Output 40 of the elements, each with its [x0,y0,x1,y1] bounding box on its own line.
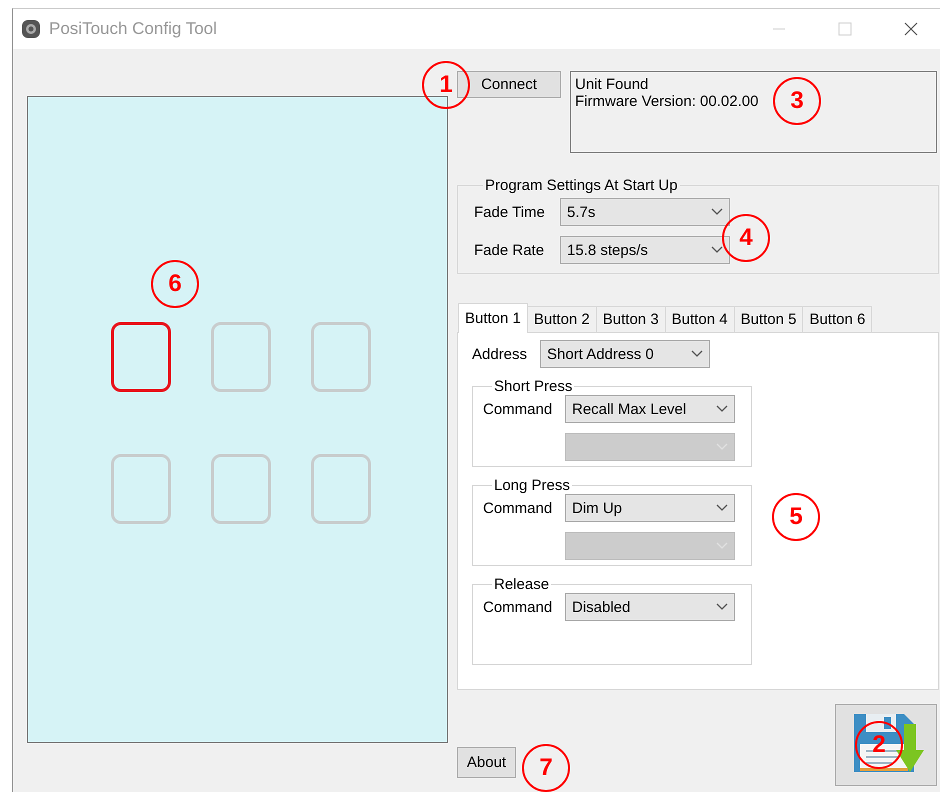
caret-icon [716,405,728,413]
group-title: Program Settings At Start Up [484,177,679,194]
tab[interactable]: Button 1 [458,303,528,333]
callout-number: 6 [151,260,199,308]
dropdown[interactable]: 15.8 steps/s [560,236,730,264]
callout-number: 3 [773,77,821,125]
caret-icon [716,504,728,512]
status-text: Firmware Version: 00.02.00 [575,93,758,110]
window-title: PosiTouch Config Tool [49,19,218,39]
caret-icon [716,603,728,611]
field-label: Command [483,500,554,516]
field-label: Command [483,400,554,418]
touch-key[interactable] [111,322,171,392]
caret-icon [691,350,703,358]
about-button[interactable]: About [457,747,516,778]
callout-number: 5 [772,493,820,541]
callout-number: 4 [722,214,770,262]
status-text: Unit Found [575,76,648,93]
field-label: Address [472,346,528,362]
field-label: Fade Time [474,204,546,220]
maximize-icon[interactable] [838,22,852,36]
tab[interactable]: Button 6 [802,306,872,332]
app-icon [21,19,41,39]
dropdown[interactable]: Recall Max Level [565,395,735,423]
caret-icon [711,246,723,254]
group-title: Long Press [493,477,571,494]
save-button[interactable] [835,704,937,786]
callout-number: 1 [422,61,470,109]
close-icon[interactable] [904,22,918,36]
caret-icon [711,208,723,216]
field-label: Fade Rate [474,242,546,258]
group-title: Release [493,576,550,593]
dropdown[interactable]: 5.7s [560,198,730,226]
group-title: Short Press [493,378,574,395]
dropdown[interactable]: Dim Up [565,494,735,522]
field-label: Command [483,598,554,616]
dropdown[interactable]: Disabled [565,593,735,621]
dropdown[interactable]: Short Address 0 [540,340,710,368]
callout-number: 7 [522,744,570,792]
connect-button[interactable]: Connect [457,71,561,98]
